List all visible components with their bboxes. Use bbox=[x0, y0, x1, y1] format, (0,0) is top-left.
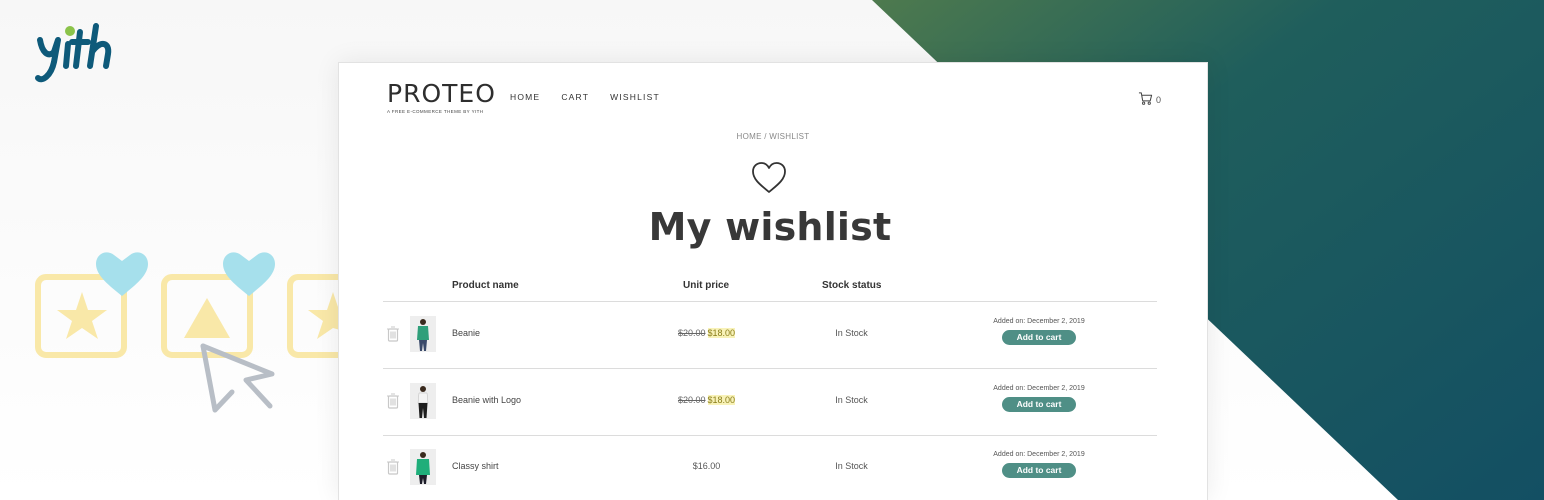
column-header-name: Product name bbox=[452, 280, 519, 291]
stock-status: In Stock bbox=[835, 328, 868, 338]
sale-price: $18.00 bbox=[707, 395, 736, 405]
cart-icon bbox=[1138, 92, 1153, 105]
product-price: $20.00 $18.00 bbox=[639, 328, 774, 338]
product-name[interactable]: Beanie bbox=[452, 328, 480, 338]
add-to-cart-button[interactable]: Add to cart bbox=[1002, 330, 1076, 345]
header-cart[interactable]: 0 bbox=[1138, 91, 1161, 106]
stock-status: In Stock bbox=[835, 461, 868, 471]
nav-wishlist[interactable]: WISHLIST bbox=[610, 92, 660, 102]
product-thumbnail[interactable] bbox=[410, 449, 436, 485]
trash-icon[interactable] bbox=[386, 325, 400, 342]
main-nav: HOME CART WISHLIST bbox=[510, 92, 660, 102]
old-price: $20.00 bbox=[677, 328, 706, 338]
brand-tagline: A FREE E-COMMERCE THEME BY YITH bbox=[387, 109, 484, 114]
product-thumbnail[interactable] bbox=[410, 316, 436, 352]
added-date: Added on: December 2, 2019 bbox=[993, 451, 1085, 458]
product-name[interactable]: Beanie with Logo bbox=[452, 395, 521, 405]
cart-count: 0 bbox=[1156, 95, 1162, 105]
added-date: Added on: December 2, 2019 bbox=[993, 385, 1085, 392]
table-row: Beanie $20.00 $18.00 In Stock Added on: D… bbox=[339, 301, 1207, 368]
added-date: Added on: December 2, 2019 bbox=[993, 318, 1085, 325]
stock-status: In Stock bbox=[835, 395, 868, 405]
brand-name[interactable]: PROTEO bbox=[387, 79, 496, 108]
trash-icon[interactable] bbox=[386, 458, 400, 475]
shop-window: PROTEO A FREE E-COMMERCE THEME BY YITH H… bbox=[338, 62, 1208, 500]
old-price: $20.00 bbox=[677, 395, 706, 405]
regular-price: $16.00 bbox=[692, 461, 721, 471]
product-thumbnail[interactable] bbox=[410, 383, 436, 419]
breadcrumb: HOME / WISHLIST bbox=[736, 132, 810, 141]
add-to-cart-button[interactable]: Add to cart bbox=[1002, 397, 1076, 412]
product-price: $16.00 bbox=[639, 461, 774, 471]
product-name[interactable]: Classy shirt bbox=[452, 461, 499, 471]
heart-icon bbox=[752, 162, 786, 193]
column-header-price: Unit price bbox=[683, 280, 730, 291]
trash-icon[interactable] bbox=[386, 392, 400, 409]
product-price: $20.00 $18.00 bbox=[639, 395, 774, 405]
nav-home[interactable]: HOME bbox=[510, 92, 540, 102]
column-header-stock: Stock status bbox=[822, 280, 882, 291]
decorative-icons bbox=[35, 252, 340, 413]
table-row: Classy shirt $16.00 In Stock Added on: D… bbox=[339, 434, 1207, 500]
table-row: Beanie with Logo $20.00 $18.00 In Stock A… bbox=[339, 368, 1207, 435]
add-to-cart-button[interactable]: Add to cart bbox=[1002, 463, 1076, 478]
sale-price: $18.00 bbox=[707, 328, 736, 338]
page-title: My wishlist bbox=[648, 205, 892, 249]
nav-cart[interactable]: CART bbox=[561, 92, 589, 102]
